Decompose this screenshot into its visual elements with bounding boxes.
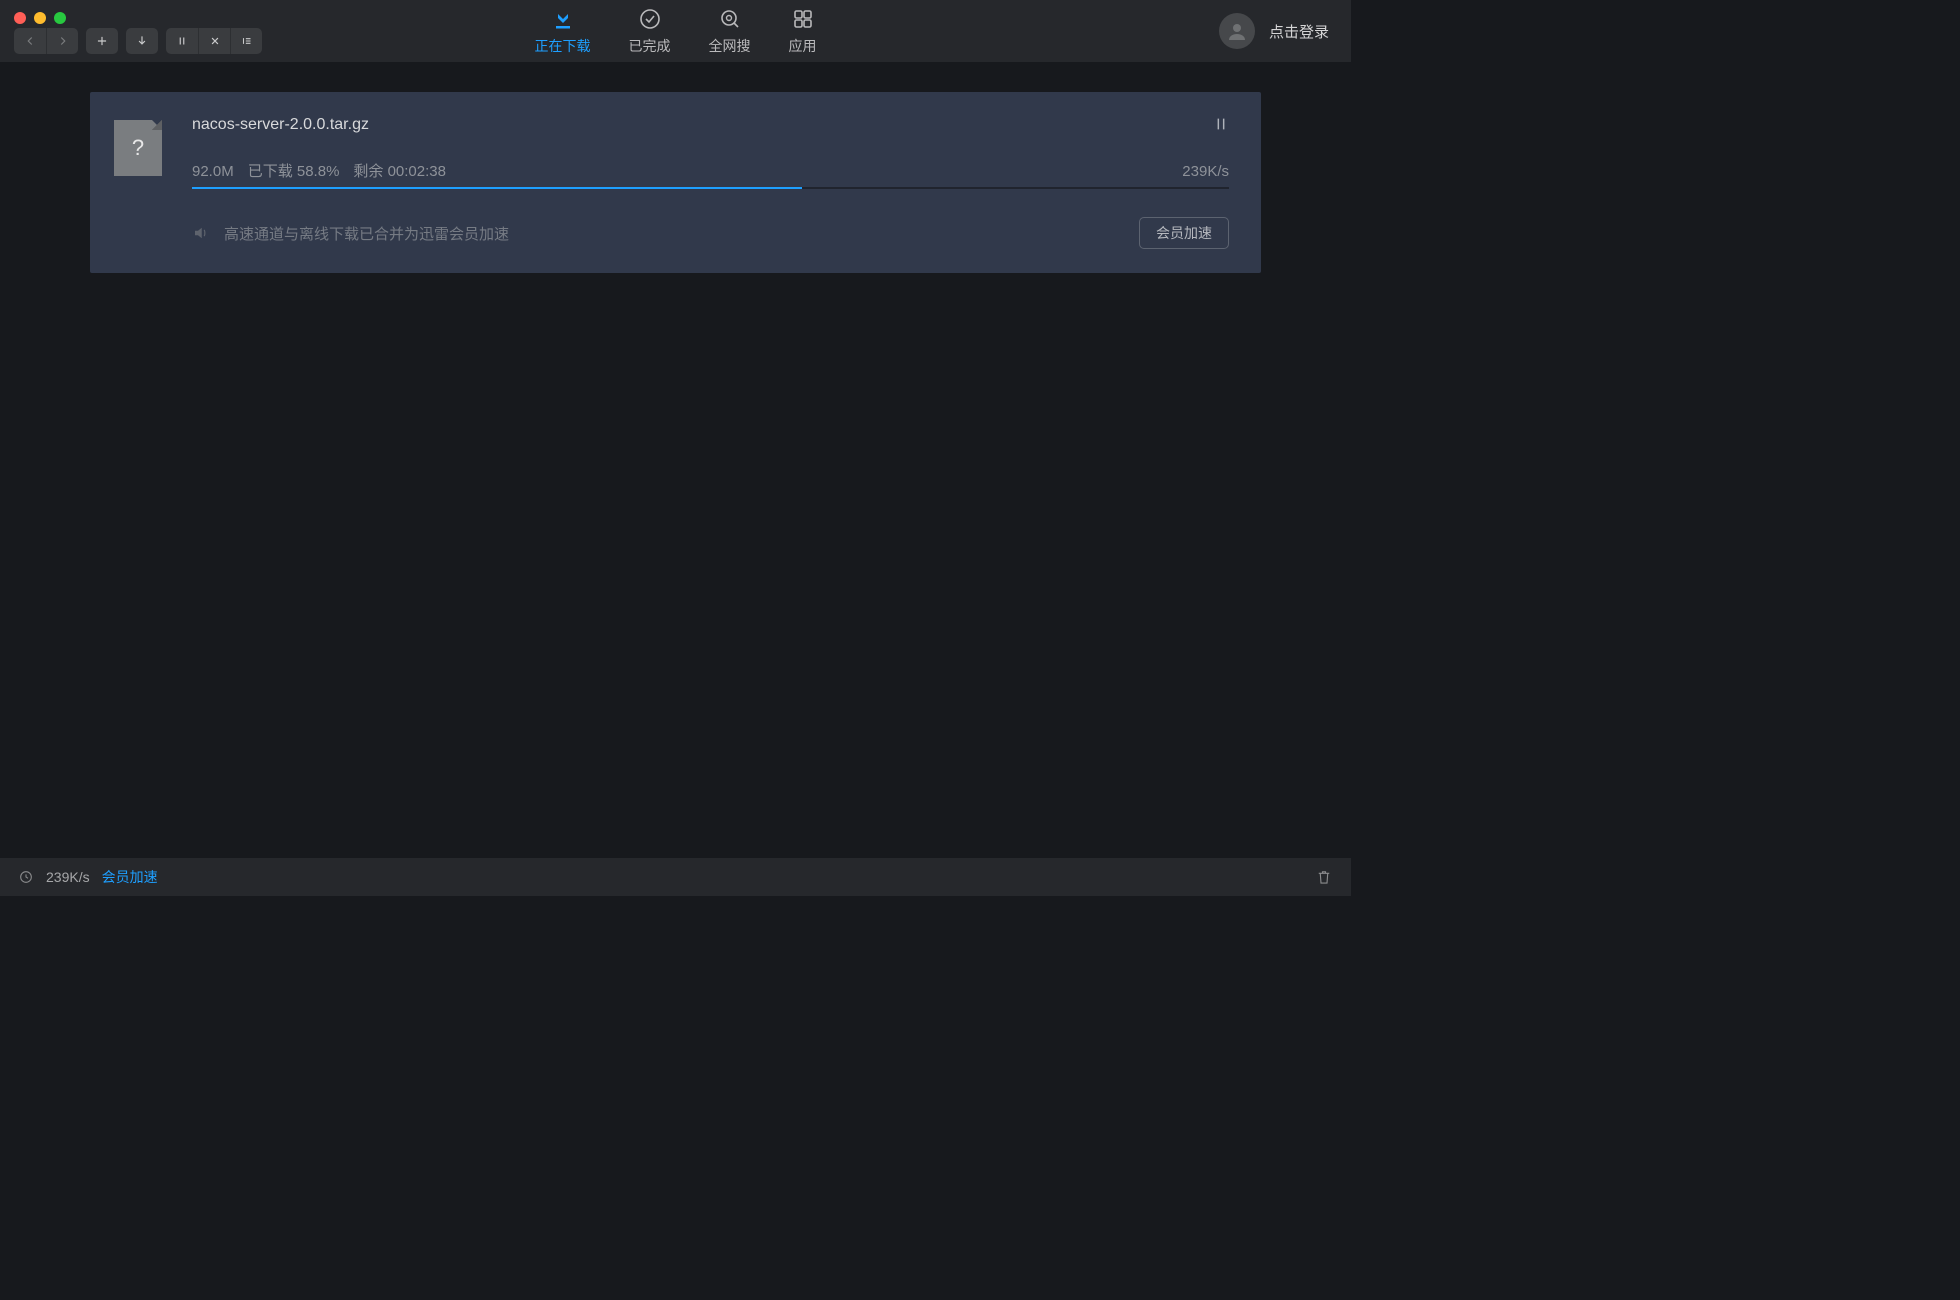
minimize-window-button[interactable]	[34, 12, 46, 24]
tab-downloading[interactable]: 正在下载	[535, 6, 591, 56]
tab-search[interactable]: 全网搜	[709, 6, 751, 56]
chevron-left-icon	[23, 34, 37, 48]
close-window-button[interactable]	[14, 12, 26, 24]
pause-icon	[1213, 114, 1229, 134]
login-label: 点击登录	[1269, 21, 1329, 42]
member-accelerate-button[interactable]: 会员加速	[1139, 217, 1229, 249]
content-area: ? nacos-server-2.0.0.tar.gz 92.0M 已下载 58…	[0, 62, 1351, 858]
download-body: nacos-server-2.0.0.tar.gz 92.0M 已下载 58.8…	[192, 116, 1229, 249]
chevron-right-icon	[56, 34, 70, 48]
download-filename: nacos-server-2.0.0.tar.gz	[192, 116, 1229, 134]
tab-label: 正在下载	[535, 36, 591, 56]
avatar	[1219, 13, 1255, 49]
delete-button[interactable]	[198, 28, 230, 54]
check-circle-icon	[638, 7, 662, 31]
statusbar: 239K/s 会员加速	[0, 858, 1351, 896]
nav-group	[14, 28, 78, 54]
arrow-down-icon	[135, 34, 149, 48]
apps-icon	[791, 7, 815, 31]
file-icon-glyph: ?	[132, 135, 144, 161]
user-icon	[1225, 19, 1249, 43]
clock-icon	[18, 869, 34, 885]
titlebar: 正在下载 已完成 全网搜 应用 点击登录	[0, 0, 1351, 62]
tab-label: 已完成	[629, 36, 671, 56]
back-button[interactable]	[14, 28, 46, 54]
download-speed: 239K/s	[1182, 163, 1229, 180]
tab-label: 应用	[789, 36, 817, 56]
tab-label: 全网搜	[709, 36, 751, 56]
main-tabs: 正在下载 已完成 全网搜 应用	[535, 0, 817, 62]
maximize-window-button[interactable]	[54, 12, 66, 24]
pause-item-button[interactable]	[1213, 114, 1229, 139]
download-item[interactable]: ? nacos-server-2.0.0.tar.gz 92.0M 已下载 58…	[90, 92, 1261, 273]
pause-icon	[175, 34, 189, 48]
search-icon	[718, 7, 742, 31]
window-controls	[14, 12, 66, 24]
pause-all-button[interactable]	[166, 28, 198, 54]
trash-button[interactable]	[1315, 868, 1333, 886]
new-task-button[interactable]	[86, 28, 118, 54]
schedule-button[interactable]	[18, 869, 34, 885]
start-button[interactable]	[126, 28, 158, 54]
file-type-icon: ?	[114, 120, 162, 176]
plus-icon	[95, 34, 109, 48]
progress-fill	[192, 187, 802, 189]
user-login-area[interactable]: 点击登录	[1219, 0, 1329, 62]
download-stats: 92.0M 已下载 58.8% 剩余 00:02:38 239K/s	[192, 160, 1229, 181]
forward-button[interactable]	[46, 28, 78, 54]
download-percent: 已下载 58.8%	[248, 160, 340, 181]
list-button[interactable]	[230, 28, 262, 54]
download-arrow-icon	[551, 7, 575, 31]
download-remaining: 剩余 00:02:38	[353, 160, 446, 181]
toolbar	[14, 28, 262, 54]
trash-icon	[1315, 868, 1333, 886]
progress-bar	[192, 187, 1229, 189]
task-control-group	[166, 28, 262, 54]
promo-text: 高速通道与离线下载已合并为迅雷会员加速	[224, 223, 509, 244]
x-icon	[208, 34, 222, 48]
list-icon	[240, 34, 254, 48]
tab-completed[interactable]: 已完成	[629, 6, 671, 56]
statusbar-speed: 239K/s	[46, 869, 90, 885]
download-size: 92.0M	[192, 163, 234, 180]
speaker-icon	[192, 224, 210, 242]
promo-row: 高速通道与离线下载已合并为迅雷会员加速 会员加速	[192, 217, 1229, 249]
statusbar-accelerate-link[interactable]: 会员加速	[102, 867, 158, 887]
tab-apps[interactable]: 应用	[789, 6, 817, 56]
